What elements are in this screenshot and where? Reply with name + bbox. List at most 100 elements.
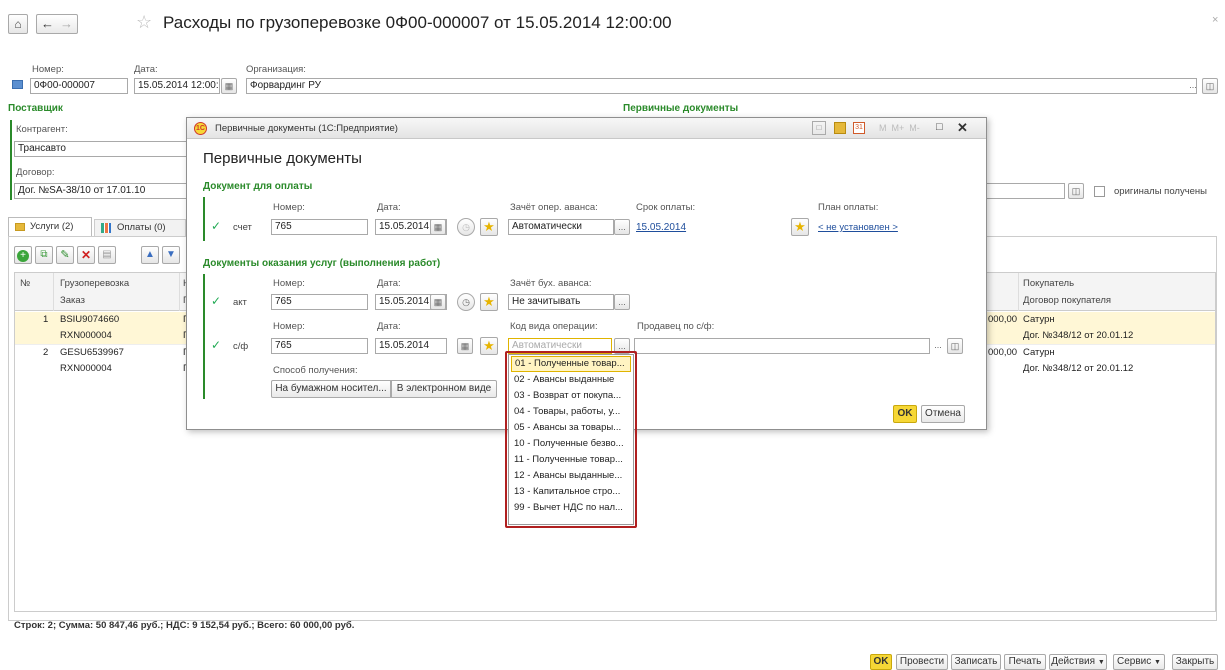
org-field[interactable]: Форвардинг РУ (246, 78, 1197, 94)
favorite-star-icon[interactable]: ★ (480, 337, 498, 355)
dropdown-item[interactable]: 04 - Товары, работы, у... (511, 404, 631, 420)
memory-calc-keys[interactable]: M M+ M- (879, 123, 920, 133)
due-label: Срок оплаты: (636, 202, 696, 213)
org-open-icon[interactable]: ◫ (1202, 78, 1218, 94)
book-advance-field[interactable]: Не зачитывать (508, 294, 614, 310)
calendar-icon[interactable]: ▦ (430, 219, 446, 235)
sf-date-field[interactable]: 15.05.2014 (375, 338, 447, 354)
act-checkbox[interactable]: ✓ (211, 295, 221, 307)
op-code-dropdown: 01 - Полученные товар... 02 - Авансы выд… (508, 354, 634, 525)
tab-payments[interactable]: Оплаты (0) (94, 219, 186, 236)
col-divider (53, 273, 54, 311)
counterparty-label: Контрагент: (16, 124, 68, 135)
tab-services[interactable]: Услуги (2) (8, 217, 92, 236)
invoice-date-label: Дата: (377, 202, 401, 213)
date-label: Дата: (134, 64, 158, 75)
table-view-icon[interactable] (834, 122, 846, 134)
dropdown-item[interactable]: 01 - Полученные товар... (511, 356, 631, 372)
contract-ext-field[interactable] (985, 183, 1065, 199)
cell-order: RXN000004 (60, 330, 112, 341)
back-arrow-icon[interactable]: ← (41, 16, 54, 31)
favorite-star-icon[interactable]: ☆ (136, 12, 152, 33)
dropdown-item[interactable]: 10 - Полученные безво... (511, 436, 631, 452)
move-down-icon[interactable]: ▼ (162, 246, 180, 264)
receipt-label: Способ получения: (273, 365, 358, 376)
book-advance-select-button[interactable]: ... (614, 294, 630, 310)
dropdown-item[interactable]: 12 - Авансы выданные... (511, 468, 631, 484)
cell-freight: BSIU9074660 (60, 314, 120, 325)
col-header-buyer-contract: Договор покупателя (1023, 295, 1112, 306)
org-select-button[interactable]: ... (1186, 78, 1200, 94)
favorite-star-icon[interactable]: ★ (480, 218, 498, 236)
dropdown-item[interactable]: 02 - Авансы выданные (511, 372, 631, 388)
contract-open-icon[interactable]: ◫ (1068, 183, 1084, 199)
primary-docs-header: Первичные документы (623, 103, 739, 114)
forward-arrow-icon[interactable]: → (60, 16, 73, 31)
maximize-icon[interactable]: □ (936, 121, 943, 133)
edit-row-icon[interactable]: ✎ (56, 246, 74, 264)
post-status-icon (12, 80, 23, 89)
actions-label: Действия (1051, 656, 1096, 667)
advance-select-button[interactable]: ... (614, 219, 630, 235)
seller-label: Продавец по с/ф: (637, 321, 715, 332)
dialog-heading: Первичные документы (203, 150, 362, 167)
col-divider (1018, 273, 1019, 311)
dialog-ok-button[interactable]: OK (893, 405, 917, 423)
calendar-icon[interactable]: ▦ (221, 78, 237, 94)
invoice-checkbox[interactable]: ✓ (211, 220, 221, 232)
sf-number-field[interactable]: 765 (271, 338, 368, 354)
home-button[interactable]: ⌂ (8, 14, 28, 34)
originals-checkbox[interactable] (1094, 186, 1105, 197)
seller-open-icon[interactable]: ◫ (947, 338, 963, 354)
supplier-header: Поставщик (8, 103, 63, 114)
plan-label: План оплаты: (818, 202, 879, 213)
favorite-star-icon[interactable]: ★ (480, 293, 498, 311)
advance-field[interactable]: Автоматически (508, 219, 614, 235)
book-advance-label: Зачёт бух. аванса: (510, 278, 592, 289)
add-row-icon[interactable]: + (14, 246, 32, 264)
dialog-titlebar: 1С Первичные документы (1С:Предприятие) … (187, 118, 986, 139)
date-field[interactable]: 15.05.2014 12:00:0 (134, 78, 220, 94)
sf-checkbox[interactable]: ✓ (211, 339, 221, 351)
dropdown-item[interactable]: 99 - Вычет НДС по нал... (511, 500, 631, 516)
seller-select-button[interactable]: ... (930, 338, 946, 354)
paper-button[interactable]: На бумажном носител... (271, 380, 391, 398)
delete-row-icon[interactable]: ✕ (77, 246, 95, 264)
page-title: Расходы по грузоперевозке 0Ф00-000007 от… (163, 13, 672, 32)
info-icon[interactable]: □ (812, 121, 826, 135)
dropdown-item[interactable]: 13 - Капитальное стро... (511, 484, 631, 500)
seller-field[interactable] (634, 338, 930, 354)
close-icon[interactable]: ✕ (957, 120, 968, 136)
payment-plan-link[interactable]: < не установлен > (818, 222, 898, 233)
dialog-cancel-button[interactable]: Отмена (921, 405, 965, 423)
dropdown-item[interactable]: 11 - Полученные товар... (511, 452, 631, 468)
dropdown-item[interactable]: 05 - Авансы за товары... (511, 420, 631, 436)
col-header-order: Заказ (60, 295, 85, 306)
advance-label: Зачёт опер. аванса: (510, 202, 598, 213)
dropdown-item[interactable]: 03 - Возврат от покупа... (511, 388, 631, 404)
counterparty-field[interactable]: Трансавто (14, 141, 190, 157)
calendar-icon[interactable]: ▦ (430, 294, 446, 310)
contract-field[interactable]: Дог. №SA-38/10 от 17.01.10 (14, 183, 190, 199)
act-date-label: Дата: (377, 278, 401, 289)
move-up-icon[interactable]: ▲ (141, 246, 159, 264)
number-field[interactable]: 0Ф00-000007 (30, 78, 128, 94)
calendar-icon[interactable]: 31 (853, 122, 865, 134)
clock-icon[interactable]: ◷ (457, 218, 475, 236)
end-edit-icon[interactable]: ▤ (98, 246, 116, 264)
table-summary: Строк: 2; Сумма: 50 847,46 руб.; НДС: 9 … (14, 620, 355, 631)
invoice-number-field[interactable]: 765 (271, 219, 368, 235)
copy-row-icon[interactable]: ⧉ (35, 246, 53, 264)
services-section-title: Документы оказания услуг (выполнения раб… (203, 258, 441, 269)
clock-icon[interactable]: ◷ (457, 293, 475, 311)
calendar-icon[interactable]: ▦ (457, 338, 473, 354)
cell-n: 1 (43, 314, 49, 325)
tab-services-label: Услуги (2) (30, 221, 74, 232)
close-icon[interactable]: × (1212, 14, 1218, 26)
supplier-bar (10, 120, 12, 200)
electronic-button[interactable]: В электронном виде (391, 380, 497, 398)
payment-section-title: Документ для оплаты (203, 181, 313, 192)
due-date-link[interactable]: 15.05.2014 (636, 222, 686, 233)
plan-star-icon[interactable]: ★ (791, 218, 809, 236)
act-number-field[interactable]: 765 (271, 294, 368, 310)
